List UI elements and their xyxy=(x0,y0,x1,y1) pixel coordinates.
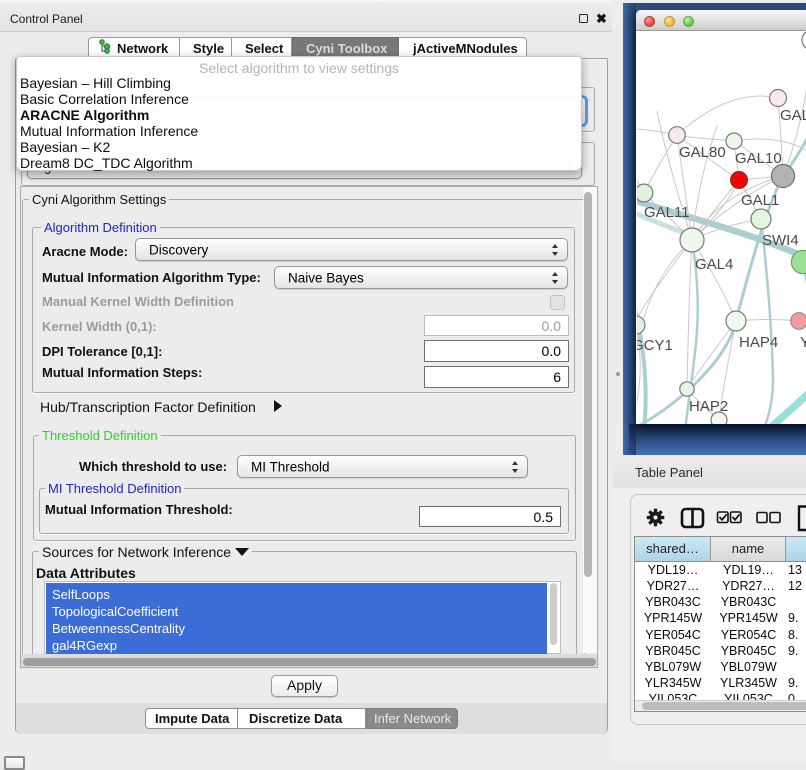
svg-text:GAL: GAL xyxy=(780,107,806,124)
svg-text:GAL1: GAL1 xyxy=(741,192,779,209)
svg-text:SWI4: SWI4 xyxy=(762,232,799,249)
svg-text:GAL80: GAL80 xyxy=(679,144,726,161)
svg-text:GCY1: GCY1 xyxy=(637,337,673,354)
svg-text:GAL4: GAL4 xyxy=(695,256,733,273)
svg-text:GAL10: GAL10 xyxy=(735,150,782,167)
svg-text:Y: Y xyxy=(800,334,806,351)
svg-text:HAP4: HAP4 xyxy=(739,334,778,351)
svg-text:GAL11: GAL11 xyxy=(644,204,690,221)
svg-text:HAP2: HAP2 xyxy=(689,398,728,415)
